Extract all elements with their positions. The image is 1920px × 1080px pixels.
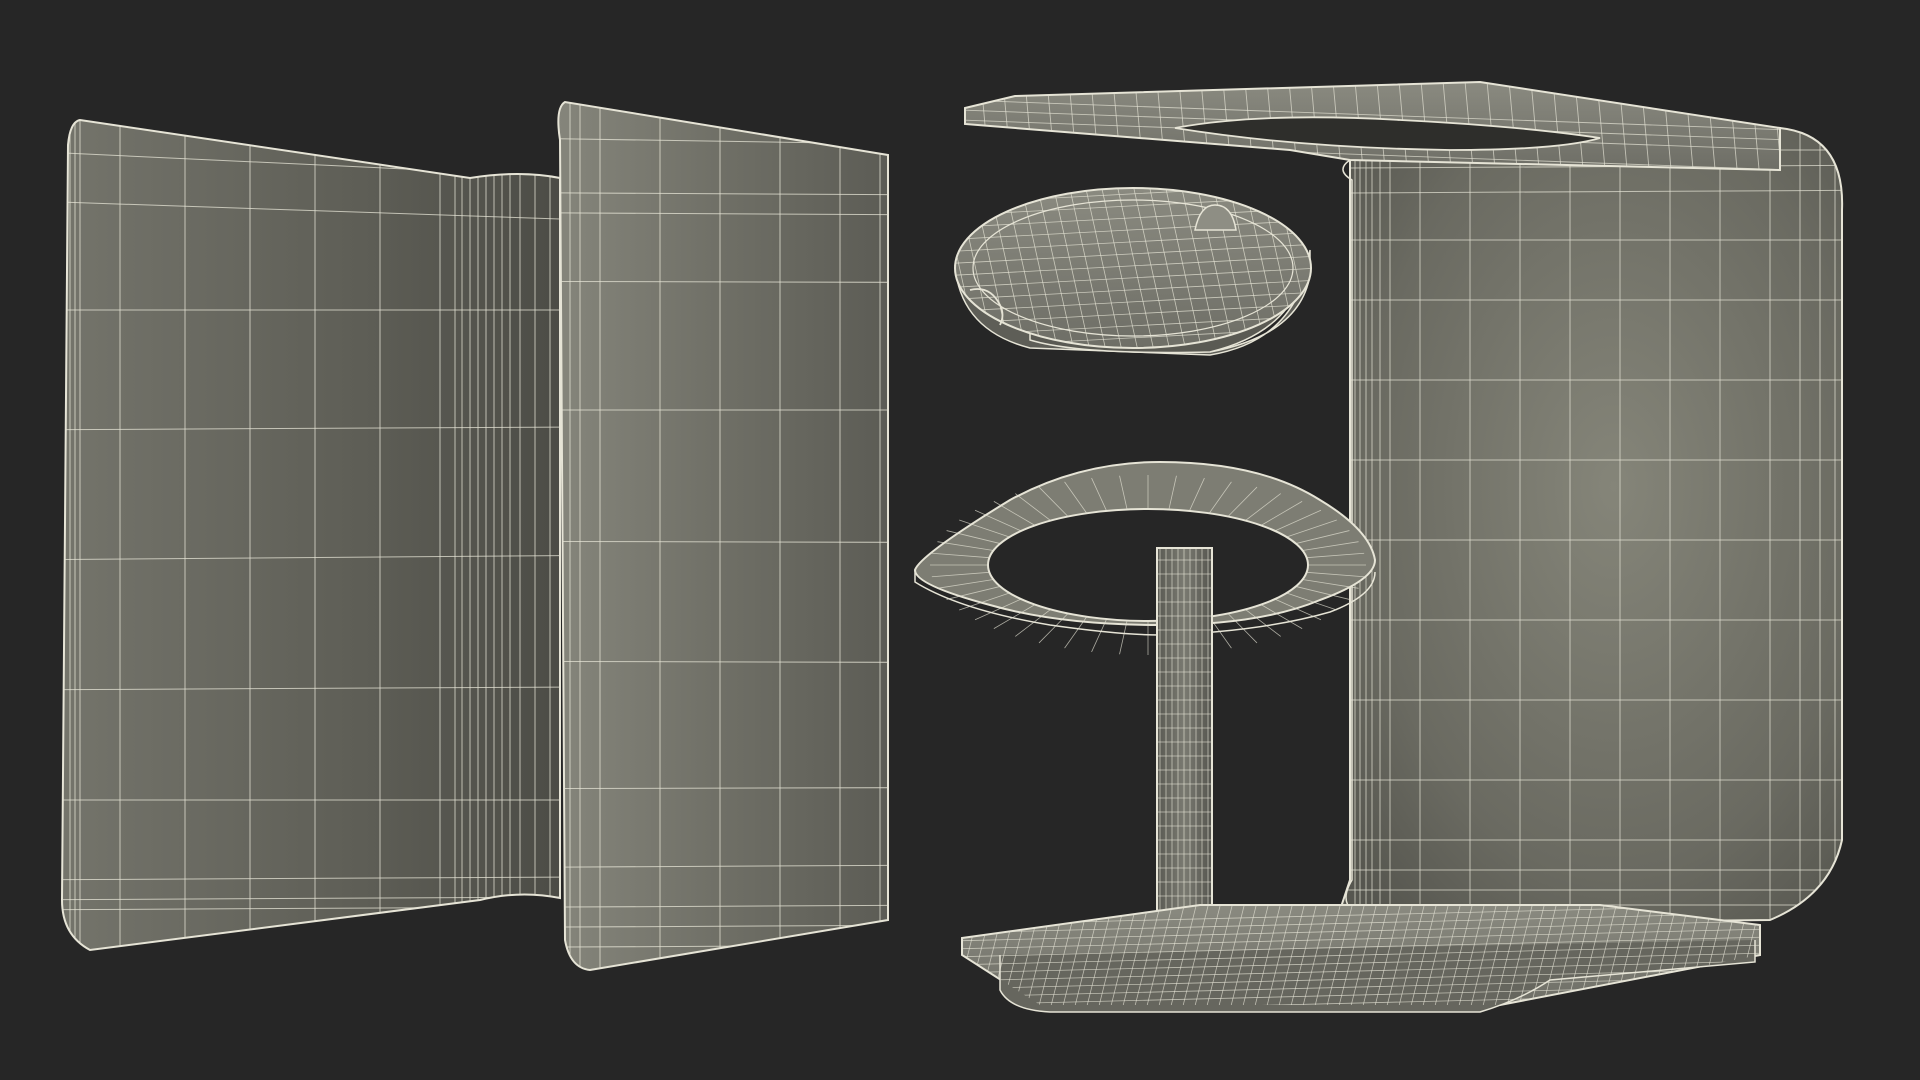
wireframe-render <box>0 0 1920 1080</box>
panel-front-face <box>557 100 889 972</box>
panel-back-face <box>60 118 561 952</box>
pole-part <box>1156 547 1213 924</box>
pole-body <box>1156 547 1213 924</box>
ring-opening <box>987 508 1309 622</box>
frame-back-wall <box>1333 126 1844 927</box>
wireframe-render-viewport <box>0 0 1920 1080</box>
